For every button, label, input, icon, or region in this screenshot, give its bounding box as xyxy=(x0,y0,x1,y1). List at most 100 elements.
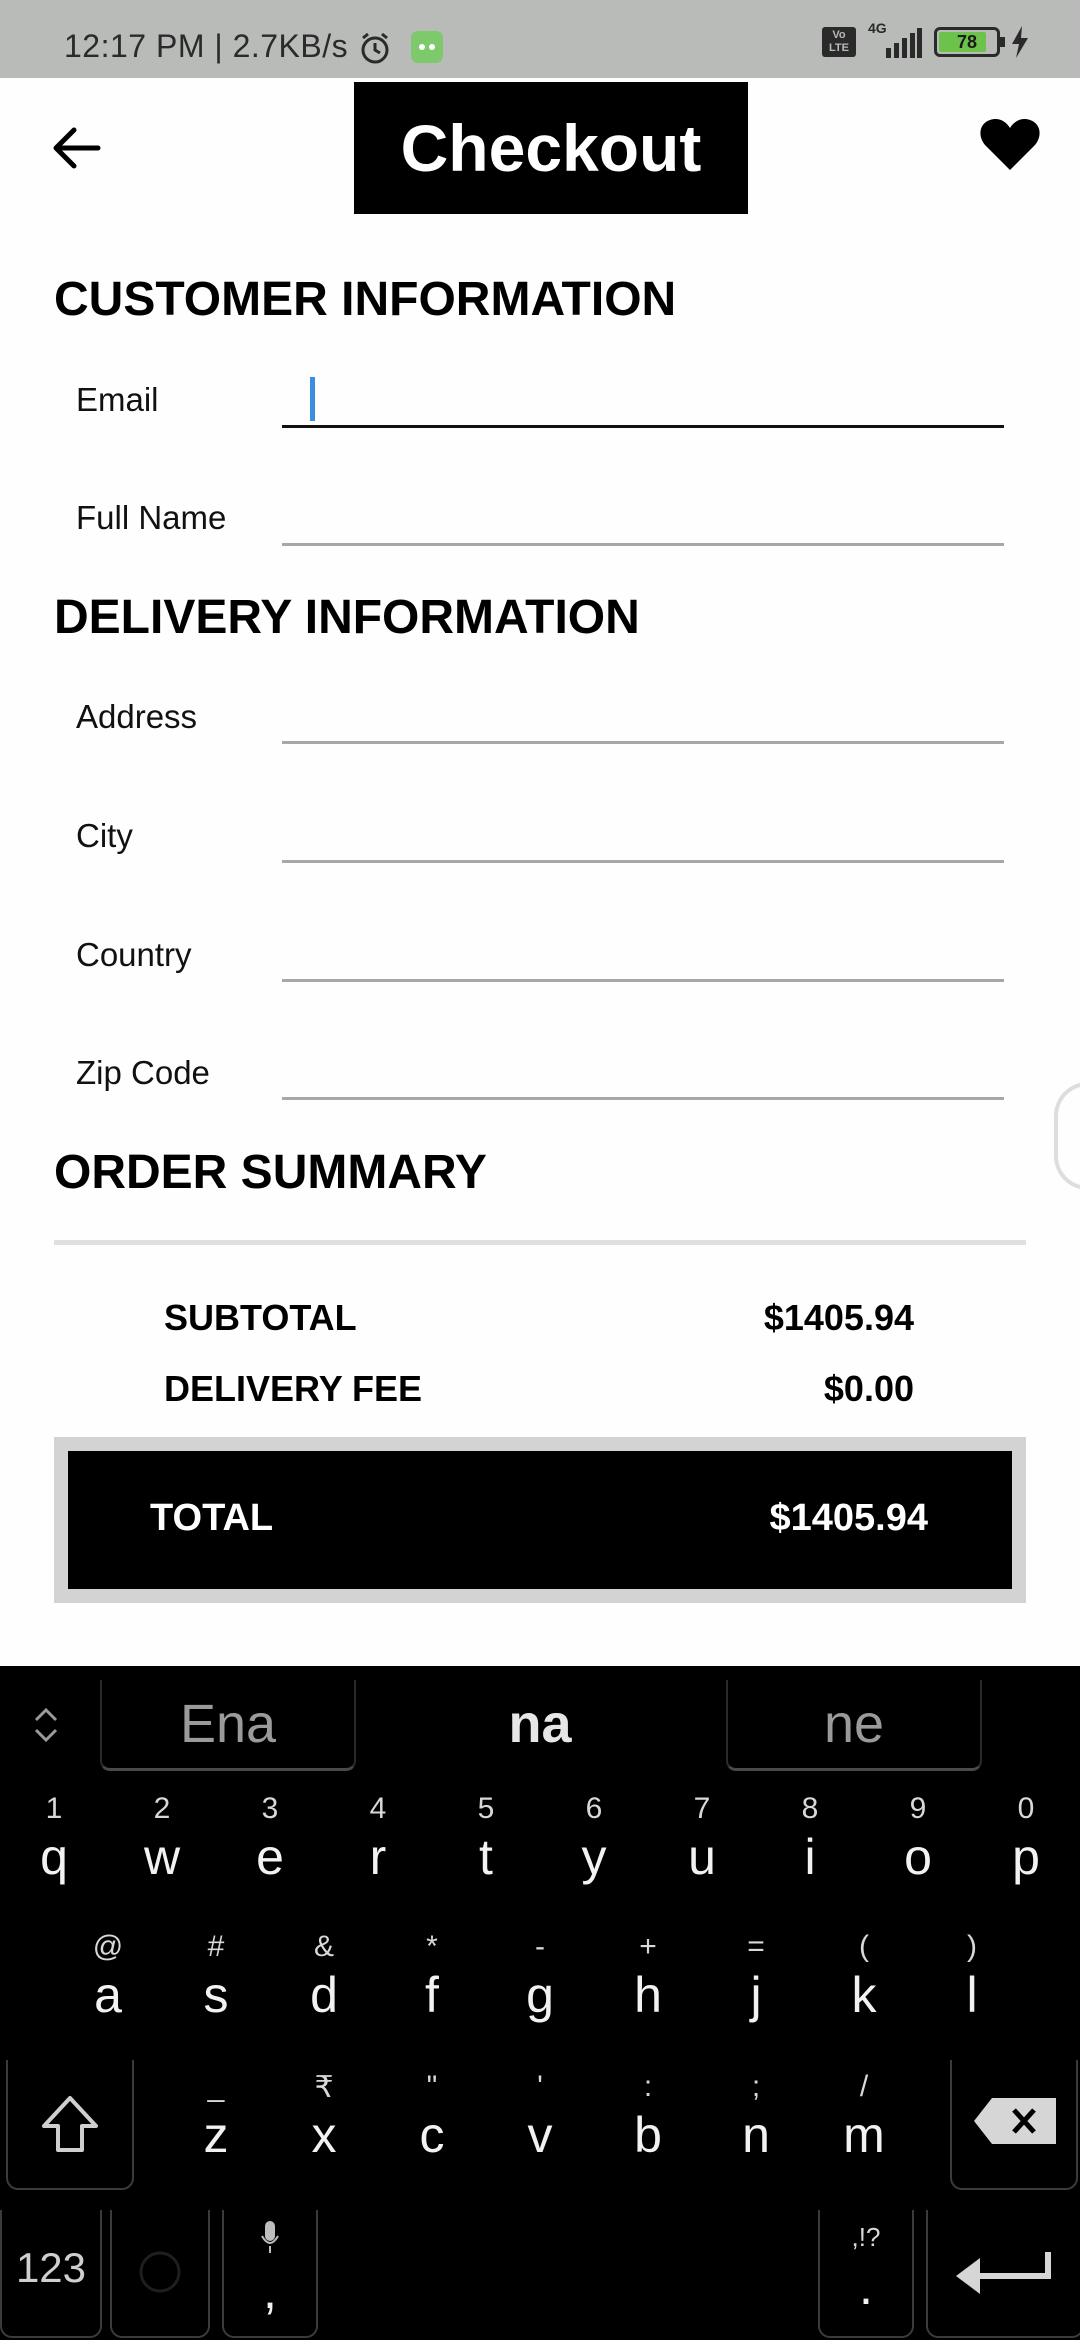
key-t-label: t xyxy=(479,1829,493,1885)
microphone-icon xyxy=(261,2221,279,2253)
alarm-icon xyxy=(361,32,389,64)
key-l-alt: ) xyxy=(967,1930,977,1963)
key-e[interactable]: 3e xyxy=(216,1786,324,1906)
key-u[interactable]: 7u xyxy=(648,1786,756,1906)
key-y[interactable]: 6y xyxy=(540,1786,648,1906)
address-underline xyxy=(282,741,1004,744)
enter-arrow-icon xyxy=(956,2252,1051,2294)
key-u-alt: 7 xyxy=(693,1792,711,1825)
key-c[interactable]: " c xyxy=(378,2064,486,2184)
key-m-alt: / xyxy=(859,2070,869,2103)
key-y-label: y xyxy=(581,1829,607,1885)
key-s[interactable]: # s xyxy=(162,1924,270,2044)
key-d[interactable]: & d xyxy=(270,1924,378,2044)
customer-information-heading: CUSTOMER INFORMATION xyxy=(54,273,677,326)
text-cursor xyxy=(310,377,315,421)
country-label: Country xyxy=(76,936,192,973)
key-j[interactable]: = j xyxy=(702,1924,810,2044)
enter-key[interactable] xyxy=(926,2210,1080,2338)
volte-icon: Vo LTE xyxy=(822,27,856,57)
key-m[interactable]: / m xyxy=(810,2064,918,2184)
emoji-icon xyxy=(139,2251,181,2293)
key-j-alt: = xyxy=(747,1930,765,1963)
email-underline xyxy=(282,425,1004,428)
key-p-label: p xyxy=(1012,1829,1040,1885)
charging-icon xyxy=(1012,26,1028,58)
key-d-label: d xyxy=(310,1967,338,2023)
suggestion-right[interactable]: ne xyxy=(726,1680,982,1771)
key-y-alt: 6 xyxy=(585,1792,603,1825)
country-field[interactable] xyxy=(282,920,1004,980)
key-x[interactable]: ₹ x xyxy=(270,2064,378,2184)
edge-scroll-handle[interactable] xyxy=(1054,1082,1080,1190)
city-field[interactable] xyxy=(282,801,1004,861)
city-label: City xyxy=(76,817,133,854)
period-key[interactable]: ,!? . xyxy=(818,2210,914,2338)
key-z-label: z xyxy=(203,2107,229,2163)
key-h[interactable]: + h xyxy=(594,1924,702,2044)
key-s-alt: # xyxy=(207,1930,225,1963)
key-q-label: q xyxy=(40,1829,68,1885)
battery-icon: 78 xyxy=(934,27,1005,57)
delivery-information-heading: DELIVERY INFORMATION xyxy=(54,591,640,644)
key-v-label: v xyxy=(527,2107,553,2163)
back-button[interactable] xyxy=(40,112,112,184)
backspace-key[interactable] xyxy=(950,2060,1078,2190)
full-name-field[interactable] xyxy=(282,484,1004,544)
address-label: Address xyxy=(76,698,198,735)
key-o[interactable]: 9o xyxy=(864,1786,972,1906)
status-bar: 12:17 PM | 2.7KB/s Vo LTE 4G 78 xyxy=(0,0,1080,78)
key-w[interactable]: 2w xyxy=(108,1786,216,1906)
delivery-fee-value: $0.00 xyxy=(823,1368,914,1409)
address-field[interactable] xyxy=(282,682,1004,742)
key-r-label: r xyxy=(369,1829,387,1885)
shift-key[interactable] xyxy=(6,2060,134,2190)
key-d-alt: & xyxy=(313,1930,334,1963)
emoji-key[interactable] xyxy=(110,2210,210,2338)
key-t-alt: 5 xyxy=(477,1792,495,1825)
key-j-label: j xyxy=(750,1967,762,2023)
key-l[interactable]: ) l xyxy=(918,1924,1026,2044)
key-r-alt: 4 xyxy=(369,1792,387,1825)
comma-key[interactable]: , xyxy=(222,2210,318,2338)
suggestion-left[interactable]: Ena xyxy=(100,1680,356,1771)
key-g-label: g xyxy=(526,1967,554,2023)
key-k[interactable]: (k xyxy=(810,1924,918,2044)
key-l-label: l xyxy=(966,1967,978,2023)
key-o-alt: 9 xyxy=(909,1792,927,1825)
key-f-alt: * xyxy=(426,1930,438,1963)
key-g[interactable]: -g xyxy=(486,1924,594,2044)
space-key[interactable] xyxy=(330,2210,800,2336)
status-right-icons: Vo LTE 4G 78 xyxy=(822,20,1030,62)
key-b[interactable]: :b xyxy=(594,2064,702,2184)
arrow-left-icon xyxy=(53,127,101,169)
key-t[interactable]: 5t xyxy=(432,1786,540,1906)
expand-suggestions-icon[interactable] xyxy=(26,1700,66,1750)
email-field[interactable] xyxy=(282,368,1004,428)
numbers-key-label: 123 xyxy=(15,2244,87,2291)
key-i[interactable]: 8i xyxy=(756,1786,864,1906)
key-n[interactable]: ; n xyxy=(702,2064,810,2184)
key-z[interactable]: _ z xyxy=(162,2064,270,2184)
key-b-label: b xyxy=(634,2107,662,2163)
key-a[interactable]: @ a xyxy=(54,1924,162,2044)
page-title: Checkout xyxy=(354,82,748,214)
key-r[interactable]: 4r xyxy=(324,1786,432,1906)
suggestion-center[interactable]: na xyxy=(414,1680,666,1768)
full-name-label: Full Name xyxy=(76,499,227,536)
key-v[interactable]: ' v xyxy=(486,2064,594,2184)
key-w-label: w xyxy=(143,1829,181,1885)
key-f[interactable]: * f xyxy=(378,1924,486,2044)
key-q[interactable]: 1q xyxy=(0,1786,108,1906)
key-c-label: c xyxy=(419,2107,445,2163)
key-g-alt: - xyxy=(535,1930,545,1963)
key-p[interactable]: 0p xyxy=(972,1786,1080,1906)
backspace-icon xyxy=(974,2098,1056,2144)
summary-divider xyxy=(54,1240,1026,1245)
numbers-key[interactable]: 123 xyxy=(0,2210,102,2338)
zip-code-field[interactable] xyxy=(282,1038,1004,1098)
status-time-speed: 12:17 PM | 2.7KB/s xyxy=(64,28,349,64)
favorites-button[interactable] xyxy=(978,112,1050,184)
key-o-label: o xyxy=(904,1829,932,1885)
key-k-alt: ( xyxy=(859,1930,869,1963)
